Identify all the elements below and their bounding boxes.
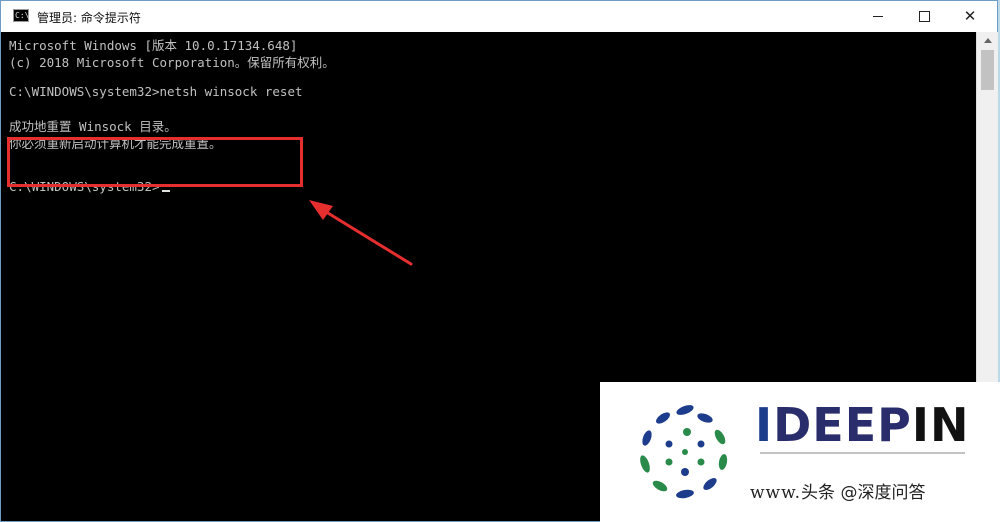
- brand-letter-i: I: [755, 398, 774, 452]
- window-title: 管理员: 命令提示符: [37, 11, 141, 25]
- brand-wordmark: IDEEPIN: [755, 398, 970, 452]
- maximize-button[interactable]: [901, 1, 947, 32]
- watermark-panel: IDEEPIN www.头条 @深度问答: [600, 382, 1000, 522]
- scroll-up-arrow-icon[interactable]: [977, 32, 998, 49]
- pinwheel-logo-icon: [640, 405, 728, 499]
- arrow-shaft: [321, 208, 413, 266]
- maximize-icon: [918, 11, 930, 22]
- close-icon: ✕: [963, 7, 977, 25]
- minimize-button[interactable]: [855, 1, 901, 32]
- title-bar[interactable]: C:\ 管理员: 命令提示符 ✕: [1, 1, 997, 33]
- text-cursor: [161, 190, 170, 192]
- highlight-box: [7, 137, 303, 187]
- console-icon: C:\: [13, 9, 30, 22]
- scroll-thumb[interactable]: [981, 50, 994, 90]
- watermark-footer: www.头条 @深度问答: [750, 478, 925, 503]
- brand-reflection: [760, 452, 965, 468]
- console-line-command: C:\WINDOWS\system32>netsh winsock reset: [9, 84, 303, 99]
- close-button[interactable]: ✕: [947, 1, 993, 32]
- logo-dots: [640, 405, 728, 499]
- arrow-head: [309, 200, 333, 220]
- footer-prefix: www.: [750, 483, 802, 503]
- minimize-icon: [873, 16, 883, 17]
- footer-credit: 头条 @深度问答: [801, 483, 926, 503]
- brand-pin: IN: [911, 398, 970, 452]
- console-line-copyright: (c) 2018 Microsoft Corporation。保留所有权利。: [9, 55, 335, 70]
- brand-deep: DEEP: [773, 398, 912, 452]
- annotation-arrow: [309, 200, 413, 266]
